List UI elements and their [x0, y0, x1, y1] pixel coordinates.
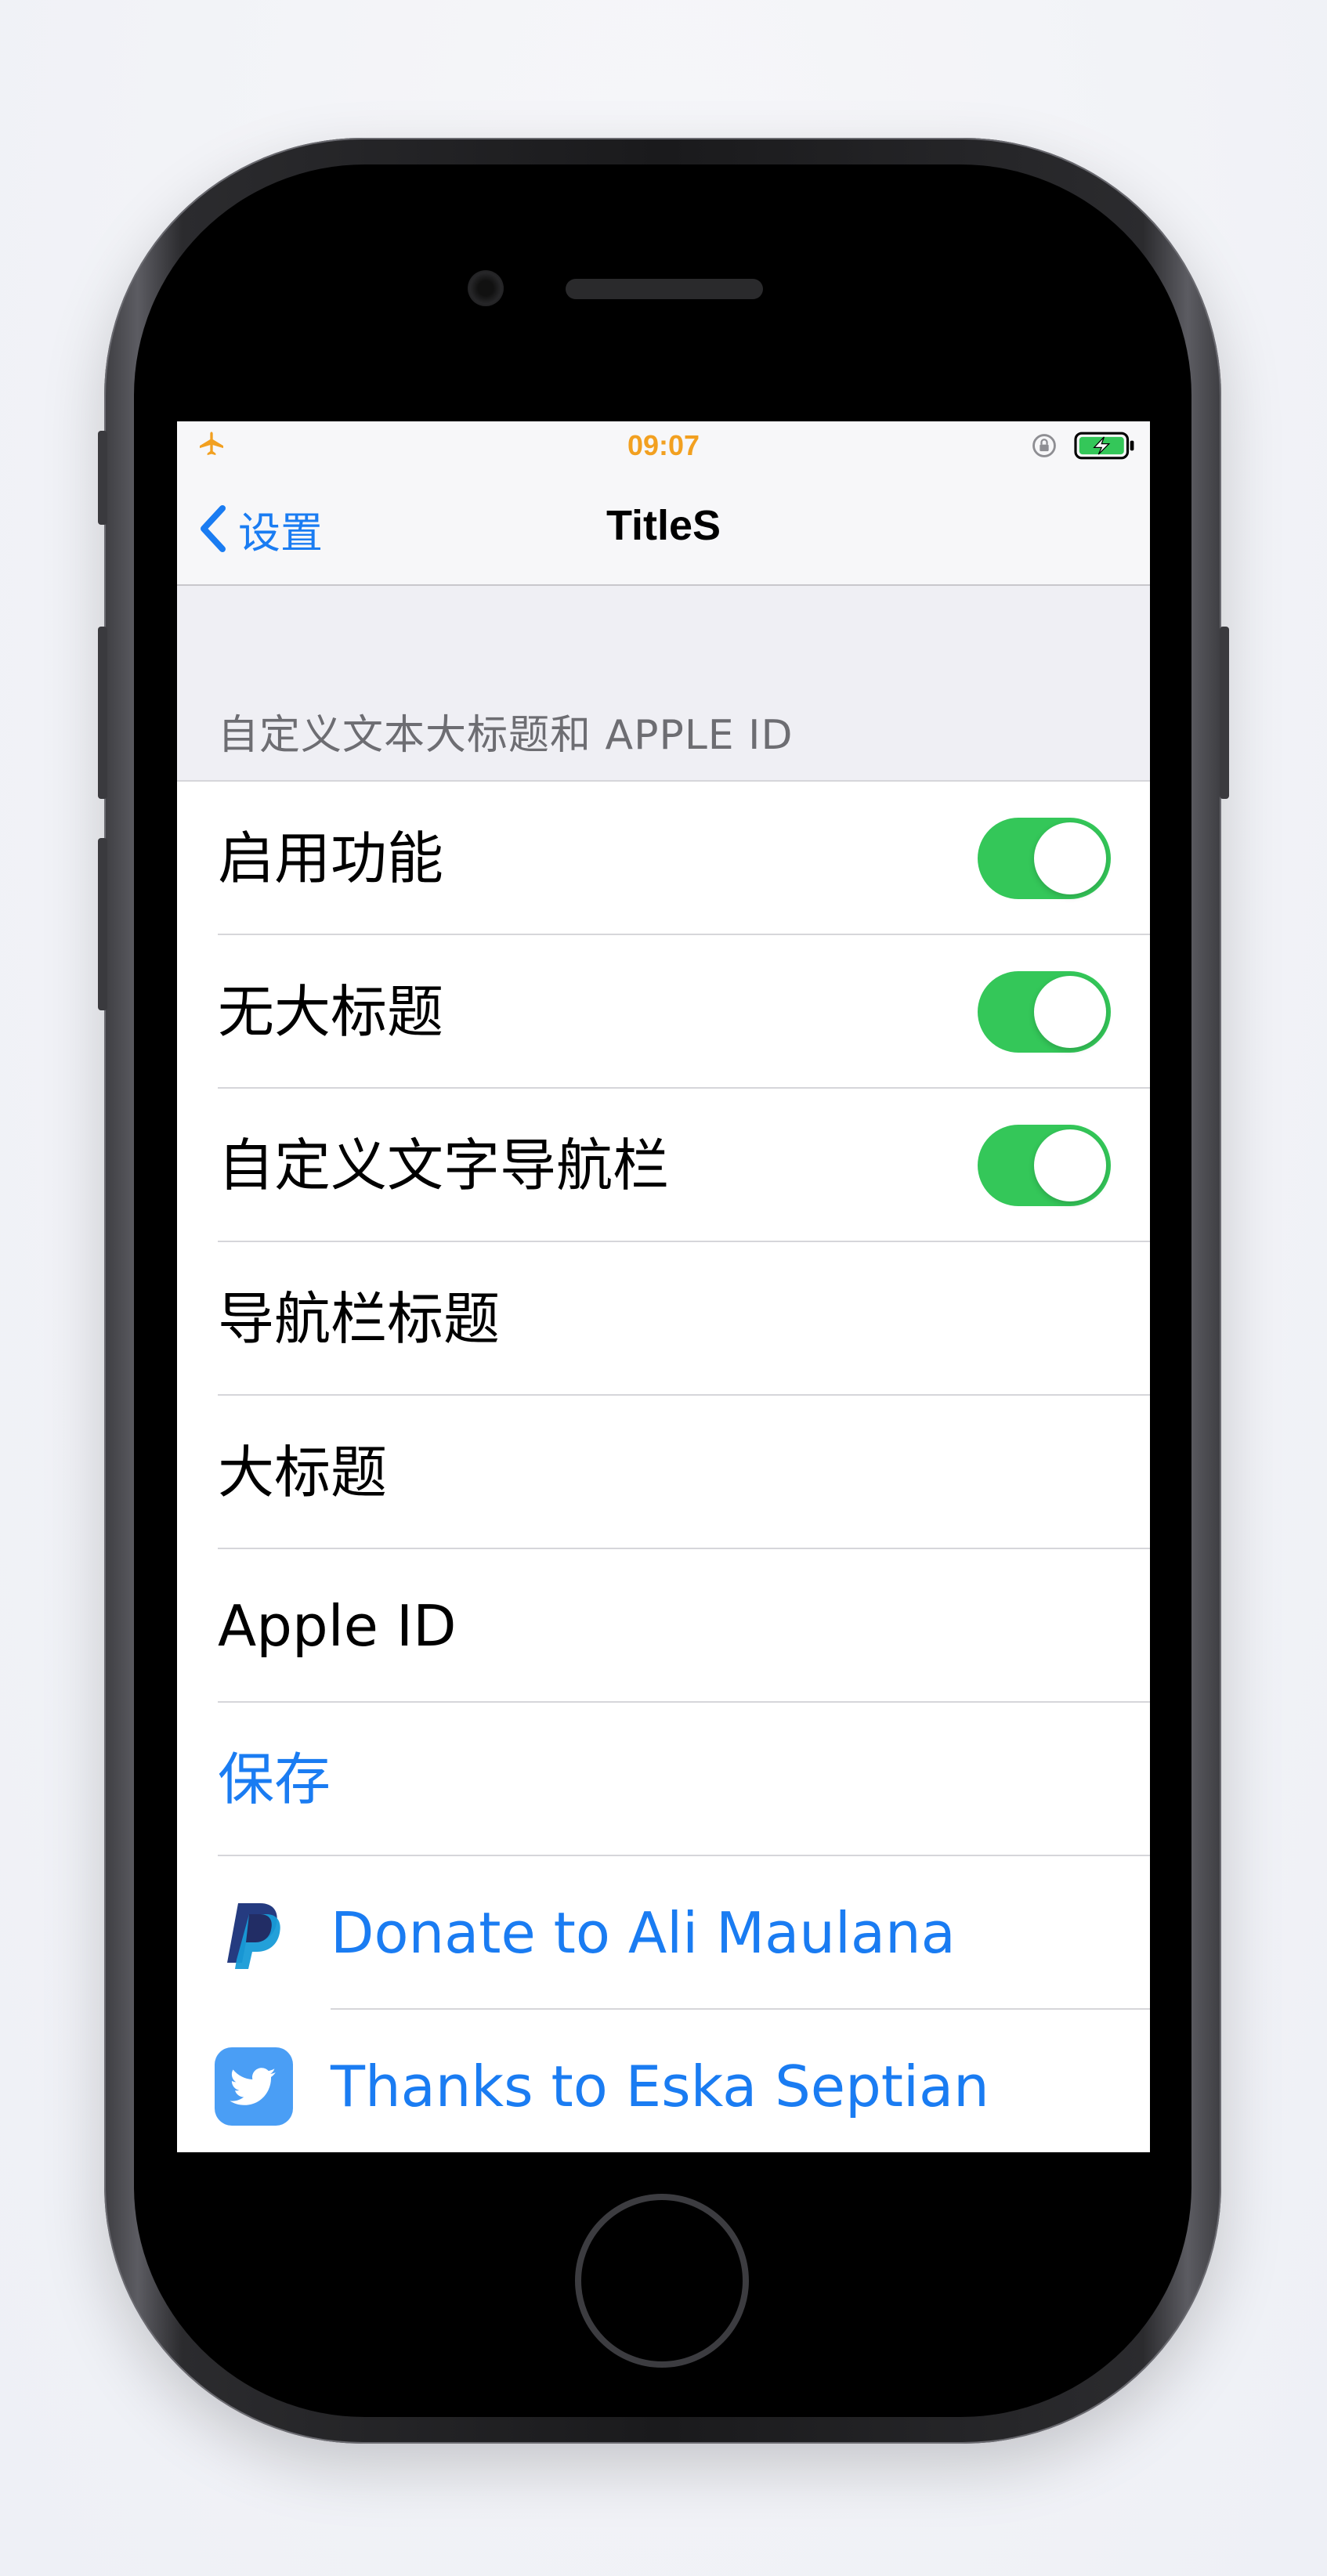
donate-label: Donate to Ali Maulana: [331, 1900, 956, 1966]
thanks-link[interactable]: Thanks to Eska Septian: [177, 2010, 1150, 2152]
silent-switch: [98, 431, 107, 525]
volume-up-button: [98, 627, 107, 799]
row-label: Apple ID: [218, 1593, 457, 1659]
power-button: [1220, 627, 1229, 799]
save-label: 保存: [218, 1747, 331, 1812]
thanks-label: Thanks to Eska Septian: [331, 2054, 989, 2119]
row-no-large-title: 无大标题: [177, 935, 1150, 1089]
save-button[interactable]: 保存: [177, 1703, 1150, 1856]
no-large-title-toggle[interactable]: [978, 971, 1111, 1053]
screen: 09:07 设置 TitleS 自定义文本大标题和 APPLE ID 启用功能: [177, 421, 1150, 2152]
row-large-title[interactable]: 大标题: [177, 1396, 1150, 1549]
row-label: 导航栏标题: [218, 1286, 501, 1352]
row-label: 自定义文字导航栏: [218, 1133, 670, 1198]
enable-feature-toggle[interactable]: [978, 818, 1111, 899]
row-label: 大标题: [218, 1440, 388, 1505]
front-camera: [468, 270, 504, 306]
twitter-icon: [215, 2047, 293, 2126]
donate-link[interactable]: Donate to Ali Maulana: [177, 1856, 1150, 2010]
navigation-bar: 设置 TitleS: [177, 470, 1150, 586]
row-label: 无大标题: [218, 979, 444, 1045]
status-time: 09:07: [627, 429, 700, 461]
row-label: 启用功能: [218, 826, 444, 891]
orientation-lock-icon: [1032, 434, 1056, 457]
earpiece-speaker: [566, 279, 763, 299]
paypal-icon: [227, 1903, 280, 1969]
row-custom-nav-text: 自定义文字导航栏: [177, 1089, 1150, 1242]
section-header: 自定义文本大标题和 APPLE ID: [218, 712, 794, 759]
toggle-knob: [1034, 1129, 1106, 1201]
row-nav-bar-title[interactable]: 导航栏标题: [177, 1242, 1150, 1396]
row-apple-id[interactable]: Apple ID: [177, 1549, 1150, 1703]
row-enable-feature: 启用功能: [177, 782, 1150, 935]
section-header-area: 自定义文本大标题和 APPLE ID: [177, 586, 1150, 780]
toggle-knob: [1034, 976, 1106, 1048]
status-bar: 09:07: [177, 421, 1150, 470]
toggle-knob: [1034, 822, 1106, 894]
home-button[interactable]: [575, 2194, 749, 2368]
settings-list: 启用功能 无大标题 自定义文字导航栏 导航栏标题 大标题 Apple ID 保存…: [177, 780, 1150, 2152]
custom-nav-text-toggle[interactable]: [978, 1125, 1111, 1206]
battery-charging-icon: [1074, 432, 1134, 460]
volume-down-button: [98, 838, 107, 1010]
nav-title: TitleS: [606, 502, 721, 549]
